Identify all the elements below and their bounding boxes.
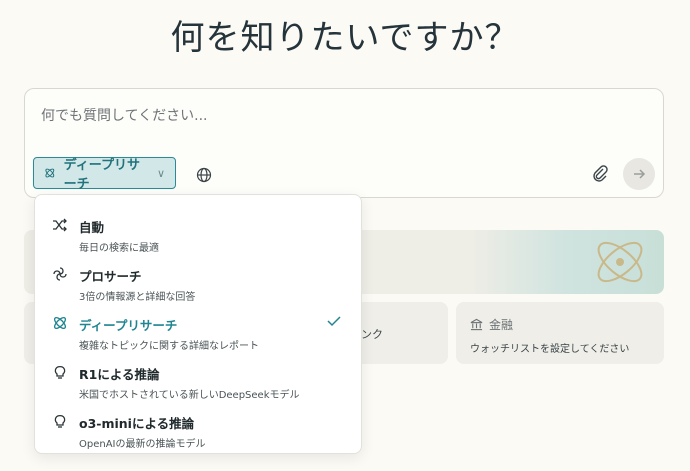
menu-item-r1-reasoning[interactable]: R1による推論 米国でホストされている新しいDeepSeekモデル [35,350,361,401]
atom-icon [53,316,67,330]
check-icon [327,316,341,327]
menu-item-label: プロサーチ [79,269,142,284]
search-input[interactable]: 何でも質問してください... [41,105,208,125]
paperclip-icon[interactable] [591,164,609,184]
atom-icon [45,168,55,178]
mode-dropdown-menu: 自動 毎日の検索に最適 プロサーチ 3倍の情報源と詳細な回答 ディープリサーチ … [34,194,362,454]
menu-item-label: o3-miniによる推論 [79,416,195,431]
bank-icon [470,318,483,331]
chevron-down-icon: ∨ [156,166,165,180]
globe-icon[interactable] [195,166,213,184]
pro-search-icon [53,267,67,281]
menu-item-pro-search[interactable]: プロサーチ 3倍の情報源と詳細な回答 [35,252,361,303]
finance-card[interactable]: 金融 ウォッチリストを設定してください [456,302,664,364]
shuffle-icon [53,218,67,232]
menu-item-auto[interactable]: 自動 毎日の検索に最適 [35,203,361,254]
mode-selector-button[interactable]: ディープリサーチ ∨ [33,157,176,192]
finance-title: 金融 [489,318,514,332]
finance-description: ウォッチリストを設定してください [470,344,630,355]
lightbulb-icon [54,365,66,379]
page-title: 何を知りたいですか？ [170,18,520,58]
send-button[interactable] [623,158,655,190]
menu-item-o3-mini-reasoning[interactable]: o3-miniによる推論 OpenAIの最新の推論モデル [35,399,361,450]
menu-item-label: ディープリサーチ [79,318,178,333]
menu-item-deep-research[interactable]: ディープリサーチ 複雑なトピックに関する詳細なレポート [35,301,361,352]
lightbulb-icon [54,414,66,428]
menu-item-label: 自動 [79,220,105,235]
atom-illustration-icon [597,241,643,283]
arrow-right-icon [634,169,646,179]
menu-item-label: R1による推論 [79,367,160,382]
search-box[interactable]: 何でも質問してください... ディープリサーチ ∨ [24,88,664,198]
mode-label: ディープリサーチ [63,158,140,192]
menu-item-desc: OpenAIの最新の推論モデル [79,439,206,450]
